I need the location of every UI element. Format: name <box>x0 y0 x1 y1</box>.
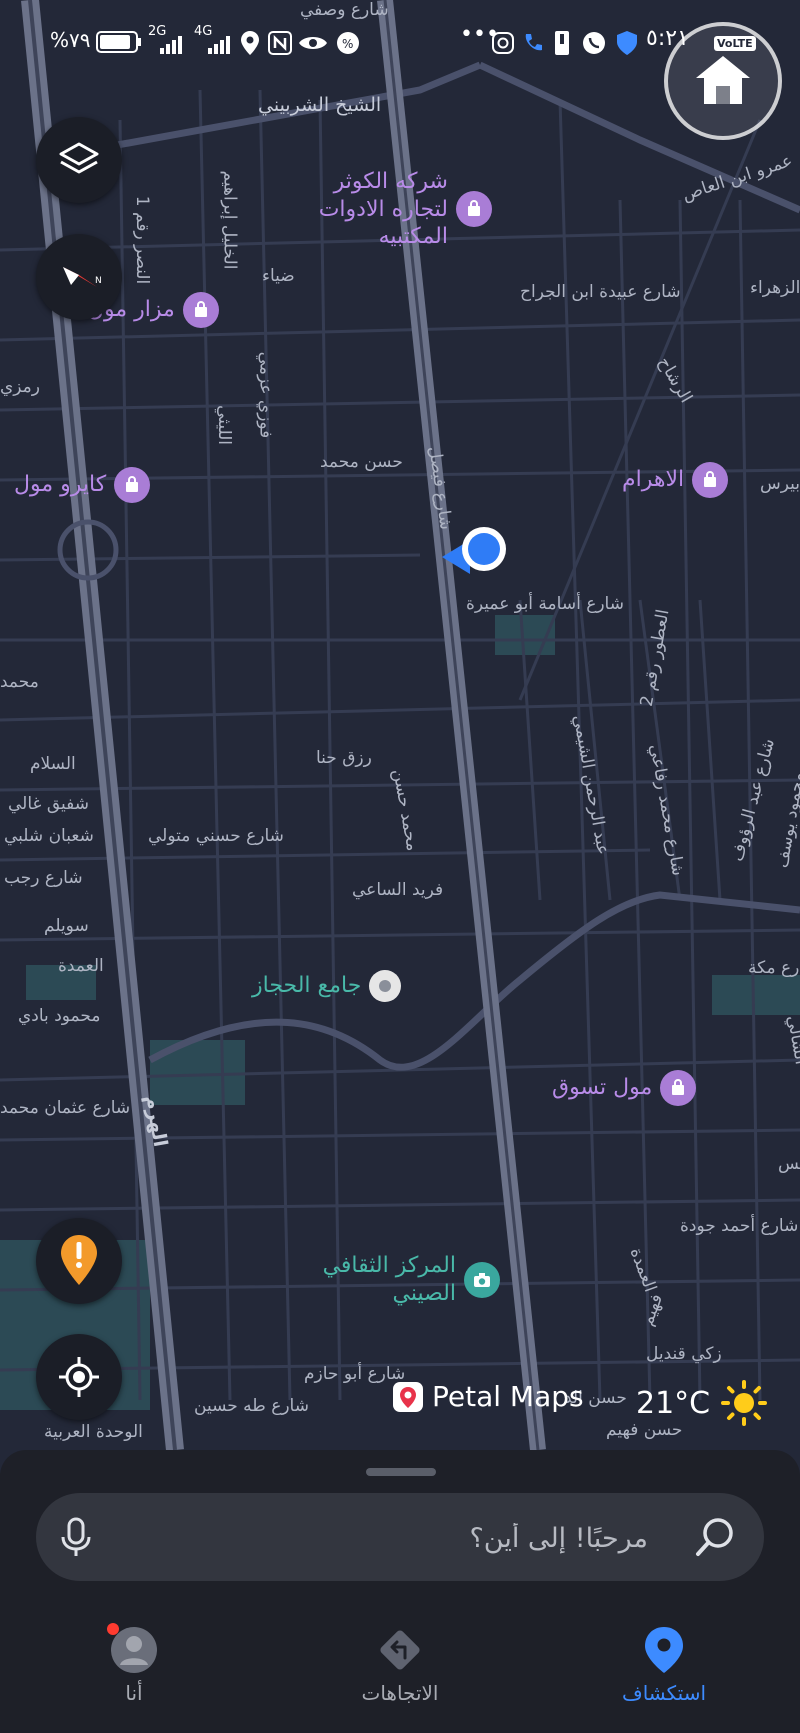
status-bar: %٧٩ 2G 4G % ••• ٥:٢١ VoLTE <box>0 0 800 90</box>
street-label: شارع أسامة أبو عميرة <box>466 594 624 614</box>
street-label: ضياء <box>262 266 295 286</box>
street-label: الخليل إبراهيم <box>219 170 240 270</box>
poi-ahram[interactable]: الاهرام <box>622 462 729 498</box>
poi-chinese-cultural-center[interactable]: المركز الثقافي الصيني <box>306 1252 500 1307</box>
compass-button[interactable]: N <box>36 234 122 320</box>
street-label: شارع طه حسين <box>194 1396 309 1416</box>
whatsapp-icon <box>583 32 605 54</box>
street-label: الشيخ الشربيني <box>258 94 382 116</box>
street-label: الليثي <box>213 405 234 445</box>
search-bar[interactable] <box>36 1493 764 1583</box>
street-label: سويلم <box>44 916 89 936</box>
notification-dot <box>107 1623 119 1635</box>
tab-label: استكشاف <box>621 1681 707 1705</box>
poi-name: الاهرام <box>622 467 685 493</box>
street-label: السلام <box>30 754 76 774</box>
street-label: شارع أحمد جودة <box>680 1216 799 1236</box>
location-icon <box>241 31 259 55</box>
street-label: زكي قنديل <box>646 1344 722 1364</box>
locate-icon <box>59 1357 99 1397</box>
report-icon <box>61 1235 97 1285</box>
street-label: رمزي <box>0 377 41 397</box>
battery-percent: %٧٩ <box>50 28 91 52</box>
layers-button[interactable] <box>36 117 122 203</box>
tab-me[interactable]: أنا <box>34 1623 234 1705</box>
explore-pin-icon <box>645 1627 683 1673</box>
shield-icon <box>617 31 637 55</box>
data-saver-icon: % <box>337 32 359 54</box>
svg-text:N: N <box>95 276 102 286</box>
sun-icon <box>721 1380 768 1426</box>
volte-badge: VoLTE <box>714 36 756 51</box>
street-label: شارع أبو حازم <box>304 1364 406 1384</box>
street-label: الزهراء <box>750 278 800 298</box>
poi-name: مول تسوق <box>552 1075 653 1101</box>
tab-directions[interactable]: الاتجاهات <box>300 1625 500 1705</box>
shopping-bag-icon <box>456 191 492 228</box>
shopping-bag-icon <box>660 1070 697 1106</box>
battery-icon <box>96 31 141 53</box>
street-label: شارع عبيدة ابن الجراح <box>520 282 681 302</box>
petal-maps-logo <box>393 1381 423 1412</box>
street-label: شعبان شلبي <box>4 826 94 846</box>
street-label: شارع رجب <box>4 868 83 888</box>
tab-label: أنا <box>125 1681 143 1705</box>
clock: ٥:٢١ <box>646 26 689 51</box>
poi-tasawoq-mall[interactable]: مول تسوق <box>552 1070 697 1106</box>
tab-explore[interactable]: استكشاف <box>564 1625 764 1705</box>
phone-icon <box>525 34 542 51</box>
poi-hegaz-mosque[interactable]: جامع الحجاز <box>252 970 402 1002</box>
search-input[interactable] <box>126 1493 650 1583</box>
poi-name: جامع الحجاز <box>252 973 362 999</box>
weather-widget[interactable]: 21°C <box>636 1379 768 1427</box>
poi-kawthar[interactable]: شركه الكوثر لتجاره الادوات المكتبيه <box>298 168 492 251</box>
poi-cairo-mall[interactable]: كايرو مول <box>14 467 151 503</box>
report-button[interactable] <box>36 1218 122 1304</box>
street-label: رزق حنا <box>316 748 372 768</box>
svg-text:%: % <box>342 37 353 51</box>
street-label: العمدة <box>58 956 104 976</box>
temperature: 21°C <box>636 1385 711 1421</box>
street-label: النصر رقم 1 <box>132 195 153 285</box>
shopping-bag-icon <box>182 292 219 328</box>
camera-icon <box>464 1261 500 1298</box>
locate-me-button[interactable] <box>36 1334 122 1420</box>
signal-icon <box>160 36 182 54</box>
street-label: فريد الساعي <box>352 880 444 900</box>
shopping-bag-icon <box>114 467 151 503</box>
poi-name: شركه الكوثر لتجاره الادوات المكتبيه <box>318 169 448 249</box>
instagram-icon <box>492 32 514 54</box>
sim-icon <box>555 31 569 55</box>
street-label: شارع مكة <box>748 958 800 978</box>
street-label: محمود بادي <box>18 1006 101 1026</box>
layers-icon <box>59 142 99 174</box>
street-label: بيرس <box>760 474 800 494</box>
street-label: شارع حسني متولي <box>148 826 284 846</box>
mic-icon[interactable] <box>56 1515 96 1559</box>
eye-icon <box>299 37 327 49</box>
petal-maps-brand: Petal Maps <box>392 1380 584 1413</box>
street-label: حسن محمد <box>320 452 403 472</box>
poi-name: المركز الثقافي الصيني <box>322 1253 456 1306</box>
search-icon <box>696 1518 733 1556</box>
street-label: شفيق غالي <box>8 794 89 814</box>
street-label: مس <box>778 1154 800 1174</box>
street-label: محمد <box>0 672 39 692</box>
mosque-dot-icon <box>369 970 402 1002</box>
street-label: فوزي عزمي <box>255 351 276 439</box>
street-label: شارع عثمان محمد <box>0 1098 131 1118</box>
compass-icon: N <box>63 267 102 287</box>
signal-icon <box>208 36 230 54</box>
shopping-bag-icon <box>692 462 729 498</box>
nfc-icon <box>268 31 292 55</box>
tab-label: الاتجاهات <box>361 1681 439 1705</box>
map-canvas[interactable]: شارع وصفي الشيخ الشربيني الخليل إبراهيم … <box>0 0 800 1450</box>
directions-icon <box>380 1630 420 1670</box>
sheet-drag-handle[interactable] <box>366 1468 436 1476</box>
poi-name: كايرو مول <box>14 472 107 498</box>
brand-name: Petal Maps <box>432 1380 584 1413</box>
street-label: الوحدة العربية <box>44 1422 143 1442</box>
